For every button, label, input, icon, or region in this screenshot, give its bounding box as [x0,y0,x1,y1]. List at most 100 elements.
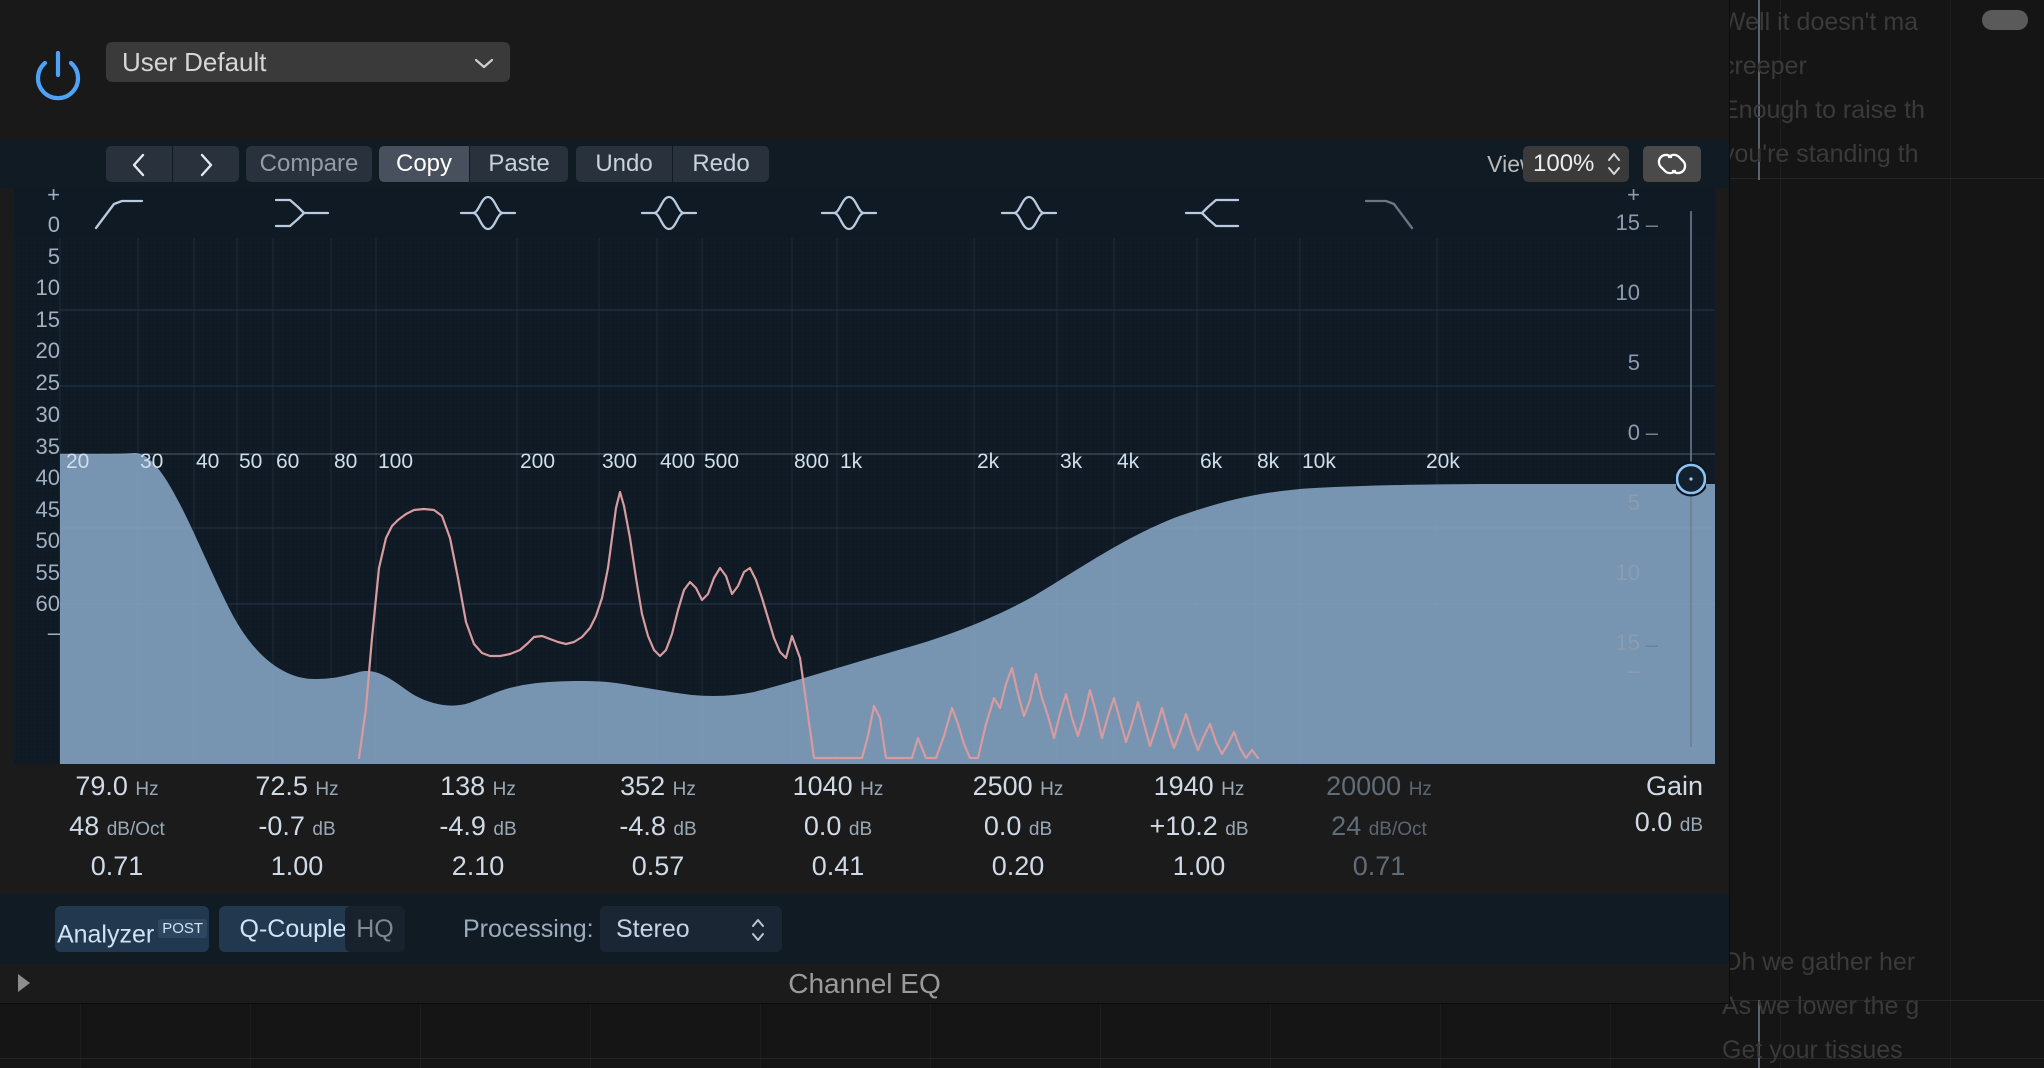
bell-icon[interactable] [1000,194,1058,237]
band-5-q[interactable]: 0.41 [753,848,923,884]
svg-text:20k: 20k [1426,450,1460,473]
band-5-frequency[interactable]: 1040 Hz [753,768,923,808]
master-gain-value[interactable]: 0.0 dB [1541,804,1703,844]
master-gain-params[interactable]: Gain 0.0 dB [1541,768,1721,844]
band-3-frequency[interactable]: 138 Hz [393,768,563,808]
low-shelf-icon[interactable] [272,194,332,237]
scale-tick: 10 [1615,280,1640,305]
prev-preset-button[interactable] [106,146,172,182]
band-6-params[interactable]: 2500 Hz 0.0 dB 0.20 [933,768,1103,884]
band-2-params[interactable]: 72.5 Hz -0.7 dB 1.00 [212,768,382,884]
svg-text:50: 50 [239,450,262,473]
svg-text:1k: 1k [840,450,863,473]
undo-button[interactable]: Undo [576,146,672,182]
bell-icon[interactable] [820,194,878,237]
band-7-frequency[interactable]: 1940 Hz [1114,768,1284,808]
power-icon[interactable] [30,47,86,103]
lyric-line: Oh we gather her [1722,948,1916,976]
band-6-frequency[interactable]: 2500 Hz [933,768,1103,808]
band-8-frequency[interactable]: 20000 Hz [1294,768,1464,808]
band-5-gain[interactable]: 0.0 dB [753,808,923,848]
band-4-params[interactable]: 352 Hz -4.8 dB 0.57 [573,768,743,884]
band-5-params[interactable]: 1040 Hz 0.0 dB 0.41 [753,768,923,884]
high-shelf-icon[interactable] [1182,194,1242,237]
preset-menu[interactable]: User Default [106,42,510,82]
svg-text:500: 500 [704,450,739,473]
stepper-updown-icon[interactable] [1607,149,1621,179]
stepper-updown-icon[interactable] [750,914,766,960]
svg-text:30: 30 [140,450,163,473]
scale-tick: 55 [35,560,60,585]
band-1-q[interactable]: 0.71 [32,848,202,884]
link-chain-icon[interactable] [1643,146,1701,182]
band-2-frequency[interactable]: 72.5 Hz [212,768,382,808]
band-8-slope[interactable]: 24 dB/Oct [1294,808,1464,848]
next-preset-button[interactable] [173,146,239,182]
eq-display[interactable]: 20 30 40 50 60 80 100 200 300 400 500 80… [14,188,1715,764]
lyric-line: Get your tissues [1722,1036,1903,1064]
processing-select[interactable]: Stereo [600,906,782,952]
band-7-params[interactable]: 1940 Hz +10.2 dB 1.00 [1114,768,1284,884]
band-6-q[interactable]: 0.20 [933,848,1103,884]
band-2-gain[interactable]: -0.7 dB [212,808,382,848]
master-gain-label: Gain [1645,771,1703,801]
analyzer-button[interactable]: Analyzer POST [55,906,209,952]
svg-text:4k: 4k [1117,450,1140,473]
plugin-header: User Default [0,0,1729,140]
scale-tick: 5 [1627,490,1640,515]
copy-button[interactable]: Copy [379,146,469,182]
scale-tick: 25 [35,370,60,395]
compare-button[interactable]: Compare [246,146,372,182]
band-3-params[interactable]: 138 Hz -4.9 dB 2.10 [393,768,563,884]
band-1-params[interactable]: 79.0 Hz 48 dB/Oct 0.71 [32,768,202,884]
svg-text:800: 800 [794,450,829,473]
svg-text:300: 300 [602,450,637,473]
band-1-slope[interactable]: 48 dB/Oct [32,808,202,848]
paste-button[interactable]: Paste [470,146,568,182]
svg-text:100: 100 [378,450,413,473]
lyrics-panel-bottom: Oh we gather her As we lower the g Get y… [1704,940,2044,1068]
band-6-gain[interactable]: 0.0 dB [933,808,1103,848]
lowpass-icon[interactable] [1362,194,1416,237]
gain-scale-right: + 15 – 10 5 0 – 5 10 15 – – [1598,182,1658,764]
scale-tick: 10 [1615,560,1640,585]
eq-curve-plot[interactable]: 20 30 40 50 60 80 100 200 300 400 500 80… [14,238,1715,764]
band-4-gain[interactable]: -4.8 dB [573,808,743,848]
highpass-icon[interactable] [92,194,146,237]
band-3-q[interactable]: 2.10 [393,848,563,884]
scale-tick: 0 [47,212,60,237]
plugin-footer: Channel EQ [0,964,1729,1003]
scale-tick: 15 [1615,210,1640,235]
band-7-q[interactable]: 1.00 [1114,848,1284,884]
chevron-down-icon [474,42,494,82]
lyrics-pill-icon [1982,10,2028,30]
view-zoom-value: 100% [1533,150,1595,177]
master-gain-slider[interactable] [1673,205,1709,753]
view-zoom-field[interactable]: 100% [1523,146,1629,182]
band-8-q[interactable]: 0.71 [1294,848,1464,884]
lyric-line: creeper [1722,52,1807,80]
scale-tick: 50 [35,528,60,553]
lyric-line: Enough to raise th [1722,96,1925,124]
scale-tick: 40 [35,465,60,490]
svg-text:8k: 8k [1257,450,1280,473]
svg-text:40: 40 [196,450,219,473]
band-7-gain[interactable]: +10.2 dB [1114,808,1284,848]
band-4-frequency[interactable]: 352 Hz [573,768,743,808]
scale-tick: 35 [35,434,60,459]
bell-icon[interactable] [459,194,517,237]
scale-dash: – [1645,420,1658,445]
bell-icon[interactable] [640,194,698,237]
band-4-q[interactable]: 0.57 [573,848,743,884]
redo-button[interactable]: Redo [673,146,769,182]
scale-right-minus: – [1627,658,1640,683]
lyric-line: As we lower the g [1722,992,1920,1020]
processing-label: Processing: [463,915,594,943]
scale-left-plus: + [47,182,60,207]
band-1-frequency[interactable]: 79.0 Hz [32,768,202,808]
svg-text:2k: 2k [977,450,1000,473]
band-2-q[interactable]: 1.00 [212,848,382,884]
hq-button[interactable]: HQ [345,906,405,952]
band-8-params[interactable]: 20000 Hz 24 dB/Oct 0.71 [1294,768,1464,884]
band-3-gain[interactable]: -4.9 dB [393,808,563,848]
